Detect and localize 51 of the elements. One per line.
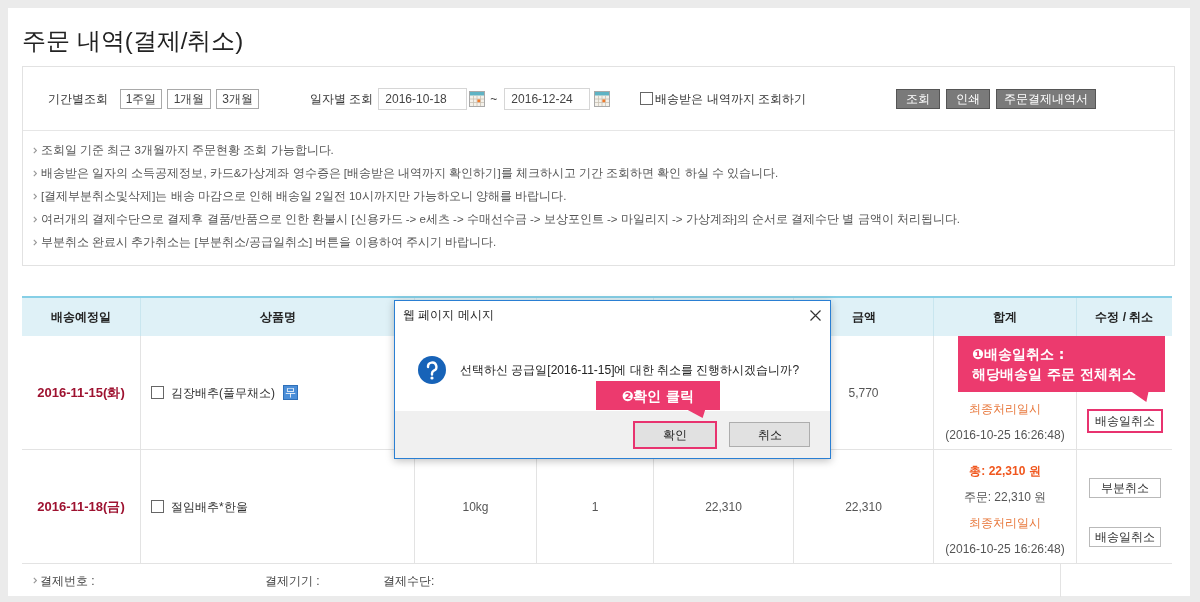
product-name: 김장배추(풀무채소) — [171, 384, 275, 402]
date-field[interactable]: 2016-10-18 — [378, 87, 468, 110]
notice-text: 배송받은 일자의 소득공제정보, 카드&가상계좌 영수증은 [배송받은 내역까지 확인하기]를 체크하시고 기간 조회하면 확인 하실 수 있습니다. — [41, 165, 779, 181]
column-header: 배송예정일 — [22, 298, 141, 336]
field-label: 결제기기 : — [265, 572, 321, 590]
checkbox[interactable] — [640, 92, 654, 105]
date-label: 일자별 조회 — [310, 90, 374, 108]
chevron-icon — [33, 170, 37, 177]
action-button[interactable]: 주문결제내역서 — [996, 88, 1096, 109]
notice-text: 조회일 기준 최근 3개월까지 주문현황 조회 가능합니다. — [41, 142, 334, 158]
period-label: 기간별조회 — [48, 90, 108, 108]
checkbox[interactable] — [151, 500, 164, 513]
action-button[interactable]: 조회 — [896, 88, 940, 109]
table-cell: 2016-11-18(금) — [22, 450, 141, 563]
period-button[interactable]: 1개월 — [167, 88, 211, 109]
action-button[interactable]: 인쇄 — [946, 88, 990, 109]
processed-time: (2016-10-25 16:26:48) — [945, 541, 1065, 558]
chevron-icon — [33, 577, 37, 584]
chevron-icon — [33, 147, 37, 154]
notice-text: 여러개의 결제수단으로 결제후 결품/반품으로 인한 환불시 [신용카드 -> e세츠 -> 수매선수금 -> 보상포인트 -> 마일리지 -> 가상계좌]의 순서로 결제수단 별 금액이 처리됩니다. — [41, 211, 960, 227]
chevron-icon — [33, 239, 37, 246]
range-separator: ~ — [490, 90, 498, 108]
cancel-button[interactable]: 배송일취소 — [1088, 527, 1161, 547]
processed-time: (2016-10-25 16:26:48) — [945, 427, 1065, 444]
close-icon[interactable] — [810, 309, 821, 321]
product-name: 절임배추*한울 — [171, 498, 248, 516]
total-amount: 총: 22,310 원 — [969, 463, 1041, 480]
notice-text: 부분취소 완료시 추가취소는 [부분취소/공급일취소] 버튼을 이용하여 주시기 바랍니다. — [41, 234, 497, 250]
order-amount: 주문: 22,310 원 — [963, 489, 1047, 506]
checkbox[interactable] — [151, 386, 164, 399]
chevron-icon — [33, 193, 37, 200]
dialog-button[interactable]: 취소 — [729, 422, 810, 447]
field-label: 결제수단: — [383, 572, 435, 590]
period-button[interactable]: 3개월 — [216, 88, 259, 109]
dialog-button[interactable]: 확인 — [633, 420, 717, 449]
field-label: 결제번호 : — [40, 572, 96, 590]
dialog-title: 웹 페이지 메시지 — [403, 307, 494, 324]
processed-label: 최종처리일시 — [969, 515, 1041, 532]
checkbox-label: 배송받은 내역까지 조회하기 — [655, 90, 807, 108]
product-tag: 무 — [283, 385, 298, 400]
question-icon — [418, 356, 446, 384]
period-button[interactable]: 1주일 — [120, 88, 162, 109]
notice-text: [결제부분취소및삭제]는 배송 마감으로 인해 배송일 2일전 10시까지만 가능하오니 양해를 바랍니다. — [41, 188, 567, 204]
cancel-button[interactable]: 배송일취소 — [1086, 409, 1163, 433]
page-title: 주문 내역(결제/취소) — [22, 28, 245, 54]
table-cell: 2016-11-15(화) — [22, 336, 141, 449]
cancel-button[interactable]: 부분취소 — [1088, 478, 1161, 498]
date-field[interactable]: 2016-12-24 — [504, 87, 591, 110]
column-header: 수정 / 취소 — [1094, 309, 1155, 326]
processed-label: 최종처리일시 — [969, 401, 1041, 418]
chevron-icon — [33, 216, 37, 223]
